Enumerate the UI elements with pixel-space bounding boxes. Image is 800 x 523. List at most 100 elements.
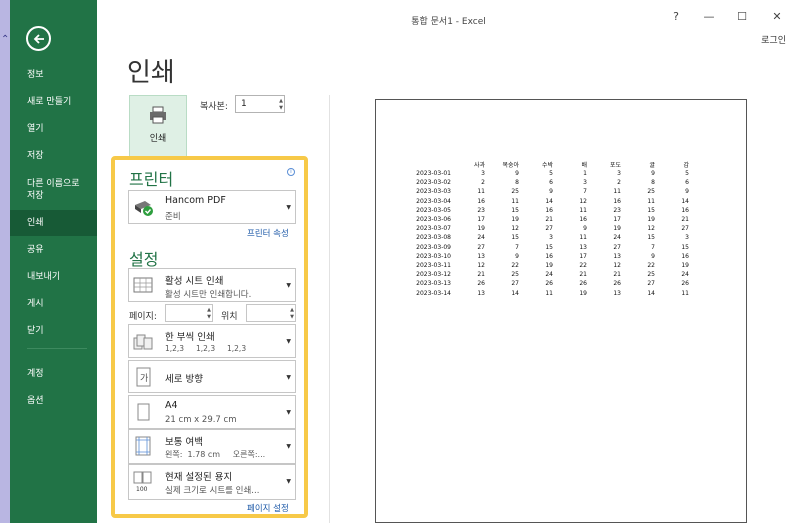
sidebar-item-print[interactable]: 인쇄 xyxy=(10,210,97,236)
preview-cell: 27 xyxy=(477,243,485,251)
preview-cell: 19 xyxy=(681,261,689,269)
preview-column-header: 배 xyxy=(581,161,587,169)
scaling-dropdown[interactable]: 100 현재 설정된 용지 실제 크기로 시트를 인쇄... ▼ xyxy=(128,464,296,500)
sidebar-item-save-as[interactable]: 다른 이름으로 저장 xyxy=(10,174,88,206)
preview-cell: 27 xyxy=(681,225,689,233)
paper-size-title: A4 xyxy=(165,400,178,411)
preview-cell: 14 xyxy=(681,197,689,205)
copies-input[interactable]: 1 ▲ ▼ xyxy=(235,95,285,113)
login-link[interactable]: 로그인 xyxy=(761,33,786,46)
spin-up-icon[interactable]: ▲ xyxy=(290,307,294,313)
orientation-dropdown[interactable]: 가 세로 방향 ▼ xyxy=(128,360,296,393)
preview-cell: 17 xyxy=(579,252,587,260)
preview-cell: 17 xyxy=(477,216,485,224)
preview-cell: 21 xyxy=(681,216,689,224)
preview-column-header: 수박 xyxy=(541,161,553,169)
sidebar-item-options[interactable]: 옵션 xyxy=(10,388,97,414)
maximize-button[interactable]: ☐ xyxy=(733,10,751,23)
print-what-desc: 활성 시트만 인쇄합니다. xyxy=(165,290,252,300)
chevron-down-icon: ▼ xyxy=(286,338,291,345)
preview-cell: 9 xyxy=(549,188,553,196)
preview-cell: 5 xyxy=(549,170,553,178)
preview-cell: 11 xyxy=(681,289,689,297)
preview-cell: 21 xyxy=(545,216,553,224)
sidebar-item-publish[interactable]: 게시 xyxy=(10,291,97,317)
spin-down-icon[interactable]: ▼ xyxy=(207,314,211,320)
pages-from-input[interactable]: ▲ ▼ xyxy=(165,304,213,322)
sidebar-item-new[interactable]: 새로 만들기 xyxy=(10,89,97,115)
preview-cell: 19 xyxy=(579,289,587,297)
preview-cell: 16 xyxy=(579,216,587,224)
preview-cell: 9 xyxy=(515,170,519,178)
preview-cell: 21 xyxy=(477,271,485,279)
sidebar-item-close[interactable]: 닫기 xyxy=(10,318,97,344)
preview-column-header xyxy=(414,159,451,169)
preview-cell: 14 xyxy=(545,197,553,205)
close-button[interactable]: ✕ xyxy=(768,10,786,23)
preview-cell: 16 xyxy=(613,197,621,205)
preview-cell: 2023-03-10 xyxy=(416,252,451,260)
page-setup-link[interactable]: 페이지 설정 xyxy=(247,502,289,514)
preview-cell: 6 xyxy=(549,179,553,187)
paper-size-desc: 21 cm x 29.7 cm xyxy=(165,415,237,425)
pages-to-input[interactable]: ▲ ▼ xyxy=(246,304,296,322)
window-title: 통합 문서1 - Excel xyxy=(411,17,486,27)
printer-icon xyxy=(150,106,166,124)
help-button[interactable]: ? xyxy=(667,10,685,23)
sidebar-item-share[interactable]: 공유 xyxy=(10,237,97,263)
preview-table-row: 2023-03-04 16 11 14 12 16 11 14 xyxy=(414,197,689,206)
spin-down-icon[interactable]: ▼ xyxy=(290,314,294,320)
chevron-down-icon: ▼ xyxy=(286,478,291,485)
back-button[interactable] xyxy=(26,26,51,51)
info-icon[interactable]: i xyxy=(287,168,295,176)
preview-cell: 19 xyxy=(477,225,485,233)
preview-cell: 27 xyxy=(545,225,553,233)
print-button[interactable]: 인쇄 xyxy=(129,95,187,157)
scaling-icon: 100 xyxy=(133,471,152,492)
settings-section-title: 설정 xyxy=(129,250,159,269)
print-what-dropdown[interactable]: 활성 시트 인쇄 활성 시트만 인쇄합니다. ▼ xyxy=(128,268,296,302)
excel-window: ⌃ 정보 새로 만들기 열기 저장 다른 이름으로 저장 인쇄 공유 내보내기 … xyxy=(0,0,800,523)
spin-down-icon[interactable]: ▼ xyxy=(279,105,283,111)
preview-cell: 3 xyxy=(549,234,553,242)
preview-cell: 1 xyxy=(583,170,587,178)
preview-cell: 13 xyxy=(613,252,621,260)
minimize-button[interactable]: — xyxy=(700,10,718,23)
printer-properties-link[interactable]: 프린터 속성 xyxy=(247,227,289,239)
spin-up-icon[interactable]: ▲ xyxy=(279,98,283,104)
preview-cell: 9 xyxy=(583,225,587,233)
collation-title: 한 부씩 인쇄 xyxy=(165,332,215,343)
preview-cell: 14 xyxy=(511,289,519,297)
preview-cell: 27 xyxy=(647,280,655,288)
preview-cell: 24 xyxy=(477,234,485,242)
preview-cell: 21 xyxy=(579,271,587,279)
collation-dropdown[interactable]: 한 부씩 인쇄 1,2,3 1,2,3 1,2,3 ▼ xyxy=(128,324,296,358)
print-preview-page: 사과 복숭아 수박 배 포도 귤 감 2023-03-01 3 9 5 1 3 9 5 2023-03-02… xyxy=(375,99,747,523)
sidebar-item-save[interactable]: 저장 xyxy=(10,143,97,169)
printer-ready-icon xyxy=(135,201,153,216)
spin-up-icon[interactable]: ▲ xyxy=(207,307,211,313)
panel-divider xyxy=(329,95,330,523)
preview-cell: 3 xyxy=(583,179,587,187)
preview-cell: 19 xyxy=(545,261,553,269)
copies-value: 1 xyxy=(241,99,247,109)
sidebar-item-account[interactable]: 계정 xyxy=(10,361,97,387)
preview-table-row: 2023-03-11 12 22 19 22 12 22 19 xyxy=(414,261,689,270)
preview-cell: 22 xyxy=(511,261,519,269)
margins-dropdown[interactable]: 보통 여백 왼쪽: 1.78 cm 오른쪽:... ▼ xyxy=(128,429,296,464)
arrow-left-icon xyxy=(33,33,44,44)
preview-cell: 14 xyxy=(647,289,655,297)
paper-size-dropdown[interactable]: A4 21 cm x 29.7 cm ▼ xyxy=(128,395,296,429)
preview-cell: 16 xyxy=(681,252,689,260)
sidebar-item-export[interactable]: 내보내기 xyxy=(10,264,97,290)
sidebar-item-info[interactable]: 정보 xyxy=(10,62,97,88)
preview-cell: 8 xyxy=(515,179,519,187)
printer-dropdown[interactable]: Hancom PDF 준비 ▼ xyxy=(128,190,296,224)
preview-cell: 11 xyxy=(579,206,587,214)
preview-column-header: 사과 xyxy=(473,161,485,169)
orientation-title: 세로 방향 xyxy=(165,374,203,385)
scaling-title: 현재 설정된 용지 xyxy=(165,472,233,483)
print-what-title: 활성 시트 인쇄 xyxy=(165,276,224,287)
sidebar-item-open[interactable]: 열기 xyxy=(10,116,97,142)
preview-cell: 11 xyxy=(545,289,553,297)
